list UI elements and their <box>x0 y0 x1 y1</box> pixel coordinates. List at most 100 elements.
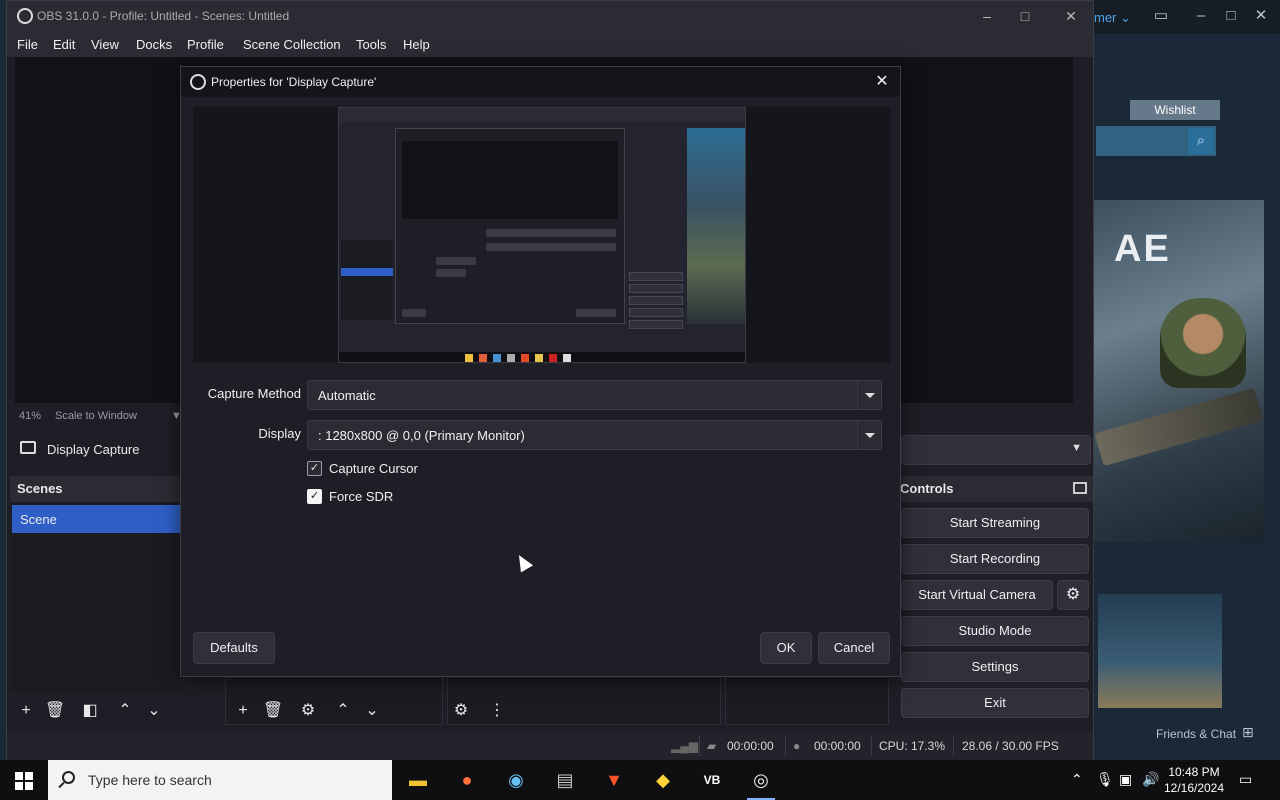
menu-scene-collection[interactable]: Scene Collection <box>243 37 341 52</box>
obs-logo-icon <box>17 8 33 24</box>
app-icon[interactable]: ▤ <box>545 764 585 796</box>
remove-scene-button[interactable]: 🗑 <box>43 699 67 723</box>
mini-button <box>576 309 616 317</box>
friends-chat-button[interactable]: Friends & Chat <box>1156 727 1236 741</box>
search-placeholder: Type here to search <box>88 772 212 788</box>
cancel-button[interactable]: Cancel <box>818 632 890 664</box>
banner-title-text: AE <box>1114 228 1171 270</box>
defaults-button[interactable]: Defaults <box>193 632 275 664</box>
capture-cursor-label[interactable]: Capture Cursor <box>329 461 418 476</box>
source-move-down-button[interactable]: ⌄ <box>360 699 384 723</box>
source-display-select[interactable]: ▼ <box>901 435 1091 465</box>
capture-method-label: Capture Method <box>207 386 301 401</box>
add-source-button[interactable]: + <box>231 699 255 723</box>
studio-mode-button[interactable]: Studio Mode <box>901 616 1089 646</box>
start-recording-button[interactable]: Start Recording <box>901 544 1089 574</box>
force-sdr-checkbox[interactable]: ✓ <box>307 489 322 504</box>
obs-icon[interactable]: ◎ <box>741 764 781 800</box>
firefox-icon[interactable]: ● <box>447 764 487 796</box>
scene-move-down-button[interactable]: ⌄ <box>142 699 166 723</box>
menu-tools[interactable]: Tools <box>356 37 386 52</box>
network-icon[interactable]: ▣ <box>1119 771 1132 788</box>
scene-move-up-button[interactable]: ⌃ <box>113 699 137 723</box>
source-properties-button[interactable]: ⚙ <box>296 699 320 723</box>
remove-source-button[interactable]: 🗑 <box>261 699 285 723</box>
steam-minimize-icon[interactable]: – <box>1192 7 1210 25</box>
ok-button[interactable]: OK <box>760 632 812 664</box>
mini-taskbar <box>339 352 745 362</box>
virtual-camera-settings-icon[interactable]: ⚙ <box>1057 580 1089 610</box>
force-sdr-label[interactable]: Force SDR <box>329 489 393 504</box>
mini-app-icon <box>563 354 571 362</box>
chevron-down-icon <box>857 421 881 449</box>
display-value: : 1280x800 @ 0,0 (Primary Monitor) <box>318 428 525 443</box>
steam-game-thumbnail[interactable] <box>1098 594 1222 708</box>
steam-window: mer ⌄ ▭ – □ ✕ Wishlist ⌕ AE Friends & Ch… <box>1080 0 1280 760</box>
record-time: 00:00:00 <box>814 739 861 753</box>
exit-button[interactable]: Exit <box>901 688 1089 718</box>
settings-button[interactable]: Settings <box>901 652 1089 682</box>
mini-control-button <box>629 320 683 329</box>
obs-titlebar: OBS 31.0.0 - Profile: Untitled - Scenes:… <box>7 1 1093 31</box>
capture-cursor-checkbox[interactable]: ✓ <box>307 461 322 476</box>
wishlist-button[interactable]: Wishlist <box>1130 100 1220 120</box>
audio-advanced-settings-button[interactable]: ⚙ <box>449 699 473 723</box>
volume-icon[interactable]: 🔊 <box>1142 771 1159 788</box>
brave-icon[interactable]: ▼ <box>594 764 634 796</box>
scene-item[interactable]: Scene <box>12 505 180 533</box>
menu-help[interactable]: Help <box>403 37 430 52</box>
clock-date: 12/16/2024 <box>1163 781 1225 795</box>
file-explorer-icon[interactable]: ▬ <box>398 764 438 796</box>
friends-add-icon[interactable]: ⊞ <box>1242 724 1254 741</box>
tray-overflow-icon[interactable]: ⌃ <box>1071 771 1083 788</box>
audio-menu-button[interactable]: ⋮ <box>485 699 509 723</box>
controls-dock-header: Controls <box>897 476 1093 502</box>
dialog-close-icon[interactable]: ✕ <box>872 72 892 92</box>
notifications-icon[interactable]: ▭ <box>1239 771 1252 788</box>
scenes-header: Scenes <box>17 481 63 496</box>
taskbar-search-input[interactable]: Type here to search <box>48 760 392 800</box>
status-bar: ▂▄▆ ▰ 00:00:00 ● 00:00:00 CPU: 17.3% 28.… <box>7 732 1093 761</box>
properties-dialog: Properties for 'Display Capture' ✕ Captu… <box>180 66 901 677</box>
menu-profile[interactable]: Profile <box>187 37 224 52</box>
maximize-icon[interactable]: □ <box>1015 6 1035 26</box>
display-select[interactable]: : 1280x800 @ 0,0 (Primary Monitor) <box>307 420 882 450</box>
signal-strength-icon: ▂▄▆ <box>671 739 698 753</box>
steam-icon[interactable]: ◉ <box>496 764 536 796</box>
mini-app-icon <box>507 354 515 362</box>
mini-menu-bar <box>339 108 745 122</box>
dock-popout-icon[interactable] <box>1073 482 1087 494</box>
menu-edit[interactable]: Edit <box>53 37 75 52</box>
scene-filters-button[interactable]: ◧ <box>78 699 102 723</box>
mini-combo <box>486 243 616 251</box>
zoom-percent: 41% <box>19 410 42 422</box>
windows-start-icon[interactable] <box>0 760 48 800</box>
steam-featured-banner[interactable]: AE <box>1094 200 1264 542</box>
add-scene-button[interactable]: + <box>14 699 38 723</box>
zoom-mode-select[interactable]: Scale to Window <box>55 410 137 422</box>
microphone-icon[interactable]: 🎙 <box>1096 771 1114 788</box>
steam-maximize-icon[interactable]: □ <box>1222 7 1240 25</box>
menu-view[interactable]: View <box>91 37 119 52</box>
menu-docks[interactable]: Docks <box>136 37 172 52</box>
steam-close-icon[interactable]: ✕ <box>1252 7 1270 25</box>
close-icon[interactable]: ✕ <box>1061 6 1081 26</box>
minimize-icon[interactable]: – <box>977 6 997 26</box>
steam-search-icon[interactable]: ⌕ <box>1188 128 1214 154</box>
taskbar-clock[interactable]: 10:48 PM 12/16/2024 <box>1158 764 1230 796</box>
cpu-usage: CPU: 17.3% <box>879 739 946 753</box>
capture-method-select[interactable]: Automatic <box>307 380 882 410</box>
mini-control-button <box>629 272 683 281</box>
search-icon <box>62 771 75 784</box>
source-move-up-button[interactable]: ⌃ <box>331 699 355 723</box>
python-icon[interactable]: ◆ <box>643 764 683 796</box>
mini-dialog <box>395 128 625 324</box>
steam-big-picture-icon[interactable]: ▭ <box>1152 7 1170 25</box>
steam-account-menu[interactable]: mer ⌄ <box>1094 10 1131 26</box>
start-streaming-button[interactable]: Start Streaming <box>901 508 1089 538</box>
start-virtual-camera-button[interactable]: Start Virtual Camera <box>901 580 1053 610</box>
virtualbox-icon[interactable]: VB <box>692 764 732 796</box>
controls-header: Controls <box>900 481 954 496</box>
mini-app-icon <box>549 354 557 362</box>
menu-file[interactable]: File <box>17 37 38 52</box>
